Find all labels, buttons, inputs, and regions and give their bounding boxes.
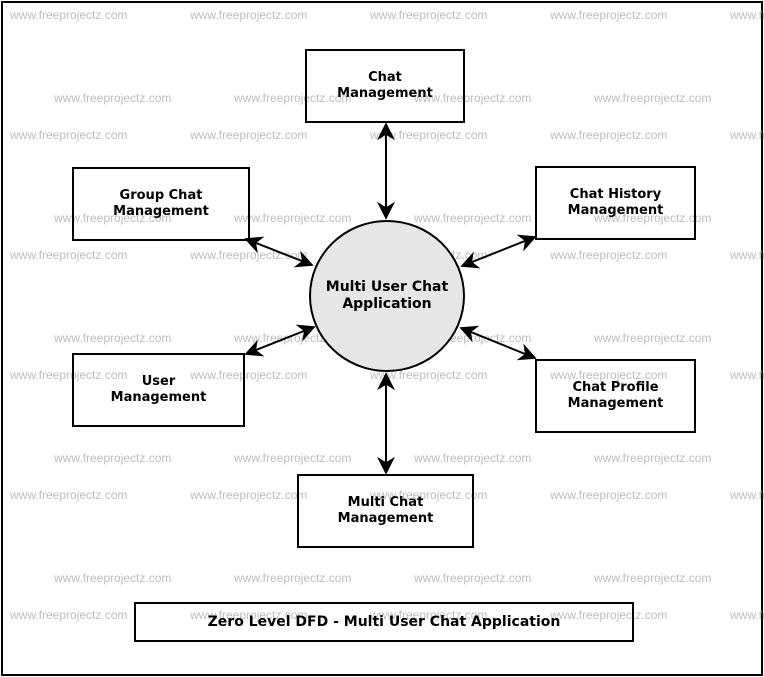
flow-user (244, 324, 316, 357)
entity-label: Chat Profile Management (567, 380, 664, 411)
diagram-canvas: www.freeprojectz.com www.freeprojectz.com… (0, 0, 764, 677)
flow-chat-profile (459, 325, 537, 361)
process-multi-user-chat-application: Multi User Chat Application (309, 220, 465, 372)
entity-label: Multi Chat Management (337, 495, 434, 526)
entity-chat-management: Chat Management (305, 49, 465, 123)
entity-chat-profile-management: Chat Profile Management (535, 359, 696, 433)
entity-group-chat-management: Group Chat Management (72, 167, 250, 241)
entity-user-management: User Management (72, 353, 245, 427)
process-label: Multi User Chat Application (325, 279, 449, 312)
entity-label: Group Chat Management (113, 188, 209, 219)
entity-label: Chat Management (337, 70, 433, 101)
entity-multi-chat-management: Multi Chat Management (297, 474, 474, 548)
entity-label: User Management (110, 374, 207, 405)
diagram-title: Zero Level DFD - Multi User Chat Applica… (207, 614, 561, 630)
entity-label: Chat History Management (567, 187, 664, 218)
flow-group-chat (244, 236, 314, 268)
entity-chat-history-management: Chat History Management (535, 166, 696, 240)
flow-chat-history (460, 234, 537, 269)
diagram-title-box: Zero Level DFD - Multi User Chat Applica… (134, 602, 634, 642)
